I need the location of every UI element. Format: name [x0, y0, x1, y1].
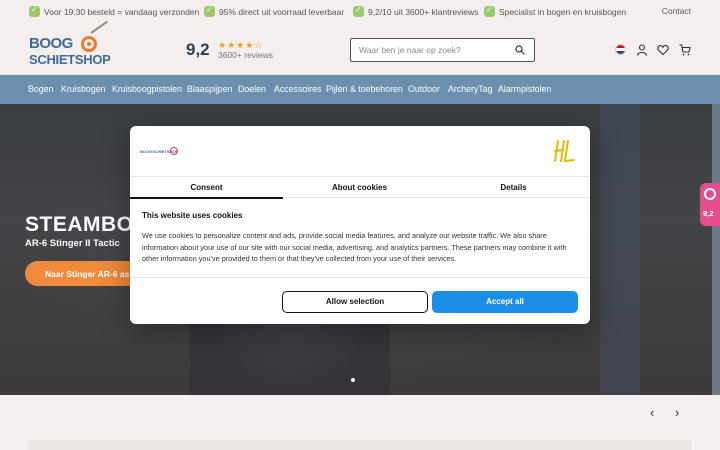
search-icon[interactable]: [515, 45, 525, 55]
tab-consent[interactable]: Consent: [130, 183, 283, 192]
nav-item-outdoor[interactable]: Outdoor: [408, 84, 440, 94]
nav-item-archerytag[interactable]: ArcheryTag: [448, 84, 493, 94]
cookie-consent-dialog: BOOGSCHIETSHOP Consent About cookies Det…: [130, 126, 590, 324]
tab-about-cookies[interactable]: About cookies: [283, 183, 436, 192]
usp-label: Specialist in bogen en kruisbogen: [499, 6, 627, 17]
rating-score[interactable]: 9,2: [186, 40, 210, 60]
rating-count[interactable]: 3600+ reviews: [218, 50, 273, 60]
dialog-site-logo: BOOGSCHIETSHOP: [140, 146, 178, 157]
accept-all-button[interactable]: Accept all: [432, 291, 578, 313]
chevron-right-icon[interactable]: ›: [675, 405, 679, 420]
main-nav: Bogen Kruisbogen Kruisboogpistolen Blaas…: [0, 75, 720, 104]
hero-title: STEAMBO: [25, 213, 134, 236]
dialog-body-text: We use cookies to personalize content an…: [142, 231, 567, 263]
allow-selection-button[interactable]: Allow selection: [282, 291, 428, 313]
divider: [130, 277, 590, 278]
target-icon: [81, 36, 97, 52]
nav-item-accessoires[interactable]: Accessoires: [274, 84, 321, 94]
usp-specialist: Specialist in bogen en kruisbogen: [484, 5, 627, 17]
content-card: [28, 440, 691, 450]
usp-shipping: Voor 19:30 besteld = vandaag verzonden: [29, 5, 200, 17]
usp-label: Voor 19:30 besteld = vandaag verzonden: [44, 6, 200, 17]
nav-item-alarmpistolen[interactable]: Alarmpistolen: [498, 84, 551, 94]
page-edge: [712, 104, 720, 395]
dialog-heading: This website uses cookies: [142, 211, 243, 220]
carousel-dot[interactable]: [351, 378, 355, 382]
active-tab-indicator: [130, 197, 283, 199]
truck-icon: [29, 5, 40, 17]
review-badge[interactable]: 9,2: [700, 183, 720, 226]
usp-label: 9,2/10 uit 3600+ klantreviews: [368, 6, 479, 17]
consent-brand-logo-icon: [554, 140, 575, 163]
nav-item-kruisbogen[interactable]: Kruisbogen: [61, 84, 106, 94]
site-logo[interactable]: BOOG SCHIETSHOP: [29, 20, 115, 70]
nav-item-pijlen[interactable]: Pijlen & toebehoren: [326, 84, 403, 94]
nav-item-doelen[interactable]: Doelen: [238, 84, 266, 94]
tab-details[interactable]: Details: [437, 183, 590, 192]
nav-item-kruisboogpistolen[interactable]: Kruisboogpistolen: [112, 84, 182, 94]
box-icon: [204, 5, 215, 17]
language-flag-icon[interactable]: [615, 44, 626, 55]
search-input[interactable]: [351, 39, 511, 61]
hero-subtitle: AR-6 Stinger II Tactic: [25, 238, 120, 249]
nav-item-blaaspijpen[interactable]: Blaaspijpen: [187, 84, 232, 94]
dialog-tabs: Consent About cookies Details: [130, 176, 590, 199]
logo-text-bottom: SCHIETSHOP: [29, 52, 111, 67]
usp-bar: Voor 19:30 besteld = vandaag verzonden 9…: [0, 0, 720, 24]
review-badge-score: 9,2: [703, 209, 714, 218]
usp-label: 95% direct uit voorraad leverbaar: [219, 6, 345, 17]
usp-reviews: 9,2/10 uit 3600+ klantreviews: [353, 5, 479, 17]
archer-icon: [484, 5, 495, 17]
search-box: [350, 38, 535, 62]
wishlist-heart-icon[interactable]: [657, 44, 669, 56]
usp-stock: 95% direct uit voorraad leverbaar: [204, 5, 345, 17]
cart-icon[interactable]: [679, 44, 691, 56]
contact-link[interactable]: Contact: [662, 6, 691, 16]
target-icon: [170, 147, 178, 155]
logo-text-top: BOOG: [29, 35, 73, 52]
thumbs-up-icon: [353, 5, 364, 17]
chevron-left-icon[interactable]: ‹: [650, 405, 654, 420]
nav-item-bogen[interactable]: Bogen: [28, 84, 53, 94]
review-logo-icon: [704, 188, 716, 200]
account-icon[interactable]: [636, 44, 648, 56]
